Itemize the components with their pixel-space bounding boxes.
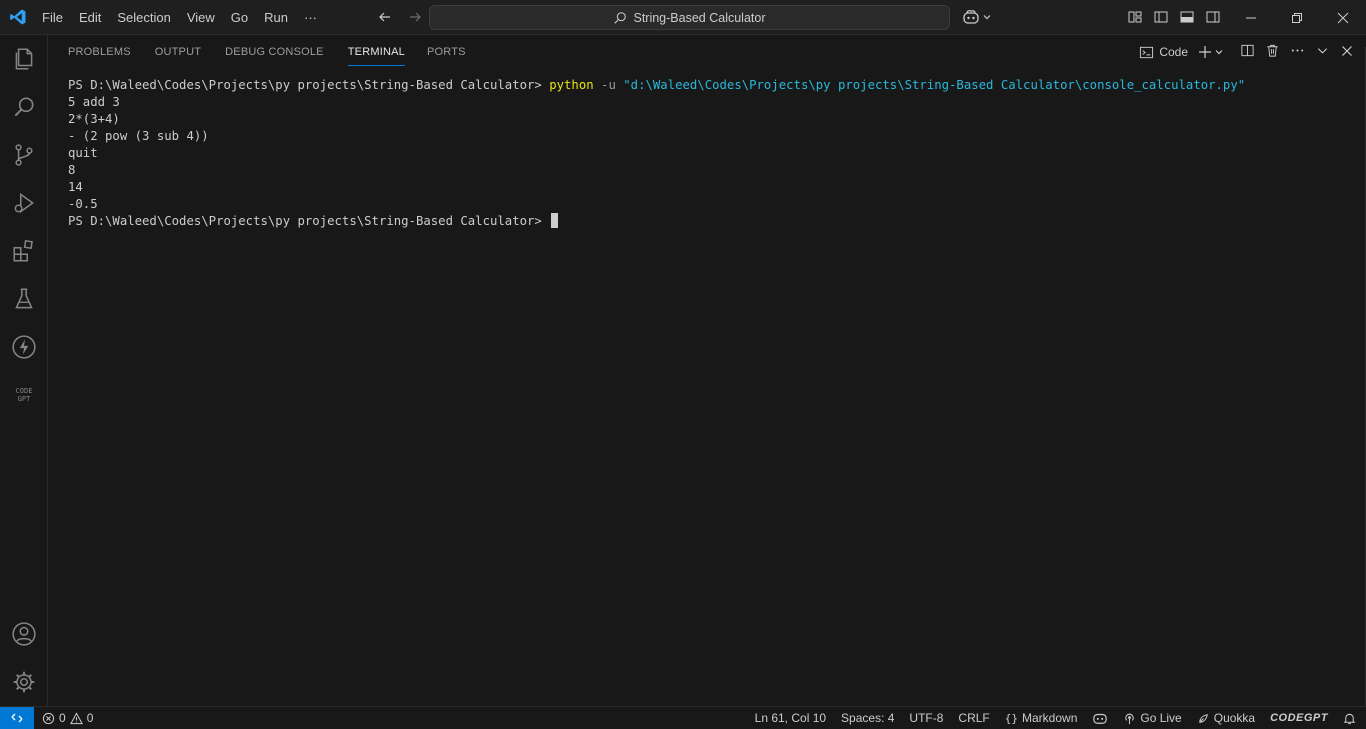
broadcast-icon [1125, 713, 1135, 724]
error-icon [42, 712, 55, 724]
plus-icon [1199, 46, 1211, 58]
terminal-argument: "d:\Waleed\Codes\Projects\py projects\St… [623, 78, 1246, 92]
status-bar: 0 0 Ln 61, Col 10 Spaces: 4 UTF-8 CRLF {… [0, 706, 1366, 729]
quokka-label: Quokka [1213, 711, 1256, 725]
terminal-final-line: PS D:\Waleed\Codes\Projects\py projects\… [68, 213, 1245, 230]
restore-icon[interactable] [1274, 0, 1320, 35]
chevron-down-icon [1215, 50, 1223, 55]
terminal-cursor [551, 213, 559, 228]
problems-indicator[interactable]: 0 0 [42, 711, 93, 725]
svg-text:GPT: GPT [18, 395, 31, 403]
terminal-command-line: PS D:\Waleed\Codes\Projects\py projects\… [68, 77, 1245, 94]
back-arrow-icon[interactable] [375, 7, 395, 27]
menu-view[interactable]: View [179, 0, 223, 35]
quokka-icon [1199, 713, 1208, 723]
menu-go[interactable]: Go [223, 0, 256, 35]
tab-output[interactable]: OUTPUT [155, 35, 213, 70]
copilot-icon [963, 10, 979, 24]
terminal-command: python [549, 78, 594, 92]
error-count: 0 [59, 711, 66, 725]
terminal-prompt: PS D:\Waleed\Codes\Projects\py projects\… [68, 214, 550, 228]
go-live-button[interactable]: Go Live [1123, 711, 1182, 725]
notifications-bell-icon[interactable] [1343, 712, 1356, 725]
encoding[interactable]: UTF-8 [909, 711, 943, 725]
terminal-profile-label: Code [1159, 45, 1188, 59]
braces-icon: {} [1004, 711, 1019, 725]
svg-text:CODE: CODE [16, 387, 33, 395]
panel-tabs: PROBLEMS OUTPUT DEBUG CONSOLE TERMINAL P… [68, 35, 490, 70]
menu-file[interactable]: File [36, 0, 71, 35]
tab-problems[interactable]: PROBLEMS [68, 35, 143, 70]
chevron-down-icon[interactable] [1315, 43, 1330, 61]
search-icon[interactable] [0, 83, 48, 131]
tab-ports[interactable]: PORTS [427, 35, 478, 70]
menu-bar: File Edit Selection View Go Run ··· [36, 0, 325, 35]
minimize-icon[interactable] [1228, 0, 1274, 35]
toggle-panel-icon[interactable] [1178, 8, 1196, 26]
source-control-icon[interactable] [0, 131, 48, 179]
accounts-icon[interactable] [0, 610, 48, 658]
copilot-menu-button[interactable] [962, 9, 992, 25]
bottom-panel: PROBLEMS OUTPUT DEBUG CONSOLE TERMINAL P… [48, 35, 1366, 706]
vscode-logo-icon [0, 0, 36, 35]
terminal-line: quit [68, 146, 98, 160]
close-panel-icon[interactable] [1340, 44, 1354, 61]
lightning-icon[interactable] [0, 323, 48, 371]
run-debug-icon[interactable] [0, 179, 48, 227]
chevron-down-icon [983, 15, 991, 20]
terminal-line: -0.5 [68, 197, 98, 211]
explorer-icon[interactable] [0, 35, 48, 83]
extensions-icon[interactable] [0, 227, 48, 275]
remote-indicator[interactable] [0, 706, 34, 729]
menu-more[interactable]: ··· [296, 0, 325, 35]
indentation[interactable]: Spaces: 4 [841, 711, 894, 725]
command-center-label: String-Based Calculator [633, 10, 766, 25]
trash-icon[interactable] [1265, 43, 1280, 61]
menu-edit[interactable]: Edit [71, 0, 109, 35]
terminal-output[interactable]: PS D:\Waleed\Codes\Projects\py projects\… [68, 77, 1245, 230]
language-label: Markdown [1022, 711, 1078, 725]
forward-arrow-icon[interactable] [405, 7, 425, 27]
title-bar: File Edit Selection View Go Run ··· Stri… [0, 0, 1366, 35]
language-mode[interactable]: {} Markdown [1005, 711, 1078, 725]
cursor-position[interactable]: Ln 61, Col 10 [755, 711, 826, 725]
tab-terminal[interactable]: TERMINAL [347, 35, 406, 70]
split-terminal-icon[interactable] [1240, 43, 1255, 61]
line-ending[interactable]: CRLF [958, 711, 989, 725]
go-live-label: Go Live [1140, 711, 1182, 725]
codegpt-icon[interactable]: CODE GPT [0, 371, 48, 419]
warning-icon [69, 711, 83, 724]
terminal-profile-button[interactable]: Code [1139, 45, 1188, 60]
copilot-status-icon[interactable] [1092, 711, 1108, 725]
activity-bar: CODE GPT [0, 35, 48, 706]
terminal-line: 5 add 3 [68, 95, 120, 109]
command-center-search[interactable]: String-Based Calculator [429, 5, 950, 30]
tab-debug-console[interactable]: DEBUG CONSOLE [225, 35, 336, 70]
terminal-line: 14 [68, 180, 83, 194]
menu-selection[interactable]: Selection [109, 0, 178, 35]
terminal-prompt: PS D:\Waleed\Codes\Projects\py projects\… [68, 78, 550, 92]
terminal-line: 8 [68, 163, 76, 177]
terminal-line: 2*(3+4) [68, 112, 120, 126]
customize-layout-icon[interactable] [1126, 8, 1144, 26]
toggle-primary-sidebar-icon[interactable] [1152, 8, 1170, 26]
more-actions-icon[interactable] [1290, 43, 1305, 61]
toggle-secondary-sidebar-icon[interactable] [1204, 8, 1222, 26]
quokka-button[interactable]: Quokka [1197, 711, 1255, 725]
terminal-line: - (2 pow (3 sub 4)) [68, 129, 209, 143]
settings-gear-icon[interactable] [0, 658, 48, 706]
search-icon [614, 11, 627, 24]
menu-run[interactable]: Run [256, 0, 296, 35]
testing-flask-icon[interactable] [0, 275, 48, 323]
terminal-flag: -u [593, 78, 624, 92]
panel-actions: Code [1139, 43, 1354, 61]
terminal-icon [1140, 46, 1154, 58]
new-terminal-button[interactable] [1198, 45, 1224, 59]
codegpt-status-logo[interactable]: CODEGPT [1270, 712, 1328, 724]
warning-count: 0 [86, 711, 94, 725]
remote-icon [11, 713, 23, 723]
close-window-icon[interactable] [1320, 0, 1366, 35]
